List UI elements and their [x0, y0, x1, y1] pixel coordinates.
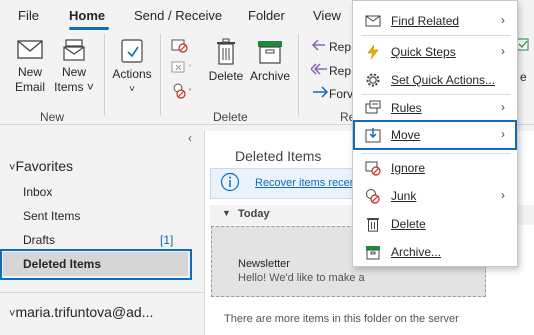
menu-item-set-quick-actions[interactable]: Set Quick Actions...	[353, 66, 517, 94]
submenu-arrow-icon: ›	[501, 13, 505, 27]
menu-label: Delete	[391, 217, 426, 231]
ignore-small-icon[interactable]	[171, 38, 189, 54]
actions-dropdown-chevron: ˅	[129, 84, 135, 95]
pane-divider	[0, 292, 205, 293]
collapse-pane-arrow[interactable]: ‹	[188, 131, 192, 145]
ribbon-right-icon[interactable]	[516, 38, 530, 52]
svg-text:˅: ˅	[188, 88, 192, 97]
gear-icon	[366, 73, 380, 87]
new-email-button[interactable]: New Email	[10, 38, 50, 95]
tab-send-receive[interactable]: Send / Receive	[134, 8, 222, 23]
favorites-label: Favorites	[15, 158, 74, 174]
menu-label: Archive...	[391, 245, 442, 259]
caret-down-icon: ▼	[222, 208, 231, 218]
archive-icon	[258, 41, 282, 64]
new-items-label-line2: Items ˅	[54, 80, 94, 94]
menu-label: Move	[391, 128, 421, 142]
trash-icon	[367, 218, 379, 232]
new-items-label-line1: New	[61, 65, 86, 79]
actions-icon	[121, 39, 143, 63]
actions-button[interactable]: Actions ˅	[110, 38, 154, 97]
group-label-delete: Delete	[213, 110, 248, 124]
reply-all-label[interactable]: Rep	[329, 64, 351, 78]
actions-label: Actions	[112, 67, 152, 81]
new-items-button[interactable]: New Items ˅	[52, 38, 96, 95]
tab-view[interactable]: View	[313, 8, 341, 23]
new-email-label-line2: Email	[14, 80, 45, 94]
menu-label: Set Quick Actions...	[391, 73, 496, 87]
menu-item-delete[interactable]: Delete	[353, 210, 517, 238]
menu-label: Junk	[391, 189, 417, 203]
menu-label: Find Related	[391, 14, 460, 28]
new-items-icon	[63, 39, 85, 61]
tab-folder[interactable]: Folder	[248, 8, 285, 23]
menu-label: Rules	[391, 101, 422, 115]
forward-icon[interactable]	[311, 85, 329, 99]
more-items-on-server[interactable]: There are more items in this folder on t…	[224, 313, 459, 325]
delete-button[interactable]: Delete	[206, 38, 246, 84]
menu-item-quick-steps[interactable]: Quick Steps ›	[353, 38, 517, 66]
move-icon	[365, 128, 381, 143]
delete-label: Delete	[208, 69, 244, 83]
menu-item-ignore[interactable]: Ignore	[353, 154, 517, 182]
reply-all-icon[interactable]	[311, 62, 329, 76]
account-label: maria.trifuntova@ad...	[15, 304, 154, 320]
menu-label: Ignore	[391, 161, 426, 175]
account-header[interactable]: ˅maria.trifuntova@ad...	[9, 304, 153, 320]
context-menu: Find Related › Quick Steps › Set Quick A…	[352, 0, 518, 267]
submenu-arrow-icon: ›	[501, 100, 505, 114]
archive-icon	[366, 246, 380, 260]
folder-focus-outline	[0, 249, 192, 280]
junk-icon	[366, 189, 380, 204]
today-group-label: Today	[238, 208, 270, 220]
menu-item-move[interactable]: Move ›	[353, 120, 517, 150]
favorites-header[interactable]: ˅Favorites	[9, 158, 73, 174]
submenu-arrow-icon: ›	[501, 188, 505, 202]
new-email-label-line1: New	[17, 65, 42, 79]
svg-text:˅: ˅	[188, 64, 192, 73]
submenu-arrow-icon: ›	[501, 127, 505, 141]
menu-label: Quick Steps	[391, 45, 456, 59]
ribbon-right-label: e	[520, 70, 527, 84]
reply-icon[interactable]	[311, 38, 329, 52]
ribbon-separator	[160, 34, 161, 116]
menu-item-rules[interactable]: Rules ›	[353, 94, 517, 122]
cleanup-small-icon[interactable]: ˅	[171, 60, 197, 76]
tab-home[interactable]: Home	[69, 8, 105, 23]
ignore-icon	[365, 161, 381, 176]
folder-drafts[interactable]: Drafts	[23, 233, 55, 247]
drafts-count-badge: [1]	[160, 233, 174, 247]
trash-icon	[217, 38, 235, 65]
junk-small-icon[interactable]: ˅	[171, 82, 197, 100]
find-related-icon	[365, 15, 381, 27]
message-sender: Newsletter	[238, 258, 290, 270]
archive-button[interactable]: Archive	[248, 38, 292, 84]
forward-label[interactable]: Forv	[329, 87, 353, 101]
lightning-icon	[367, 44, 379, 60]
ribbon-separator	[104, 34, 105, 116]
info-icon	[220, 172, 240, 192]
archive-label: Archive	[249, 69, 290, 83]
message-preview: Hello! We'd like to make a	[238, 272, 365, 284]
message-list-title: Deleted Items	[235, 148, 322, 164]
tab-file[interactable]: File	[18, 8, 39, 23]
submenu-arrow-icon: ›	[501, 44, 505, 58]
folder-sent-items[interactable]: Sent Items	[23, 209, 80, 223]
ribbon-separator	[298, 34, 299, 116]
menu-item-archive[interactable]: Archive...	[353, 238, 517, 266]
group-label-new: New	[40, 110, 65, 124]
menu-separator	[361, 35, 511, 36]
recover-items-link[interactable]: Recover items recer	[255, 177, 353, 189]
folder-inbox[interactable]: Inbox	[23, 185, 52, 199]
envelope-icon	[17, 40, 43, 59]
menu-item-find-related[interactable]: Find Related ›	[353, 7, 517, 35]
reply-label[interactable]: Rep	[329, 40, 351, 54]
menu-item-junk[interactable]: Junk ›	[353, 182, 517, 210]
rules-icon	[365, 100, 381, 114]
